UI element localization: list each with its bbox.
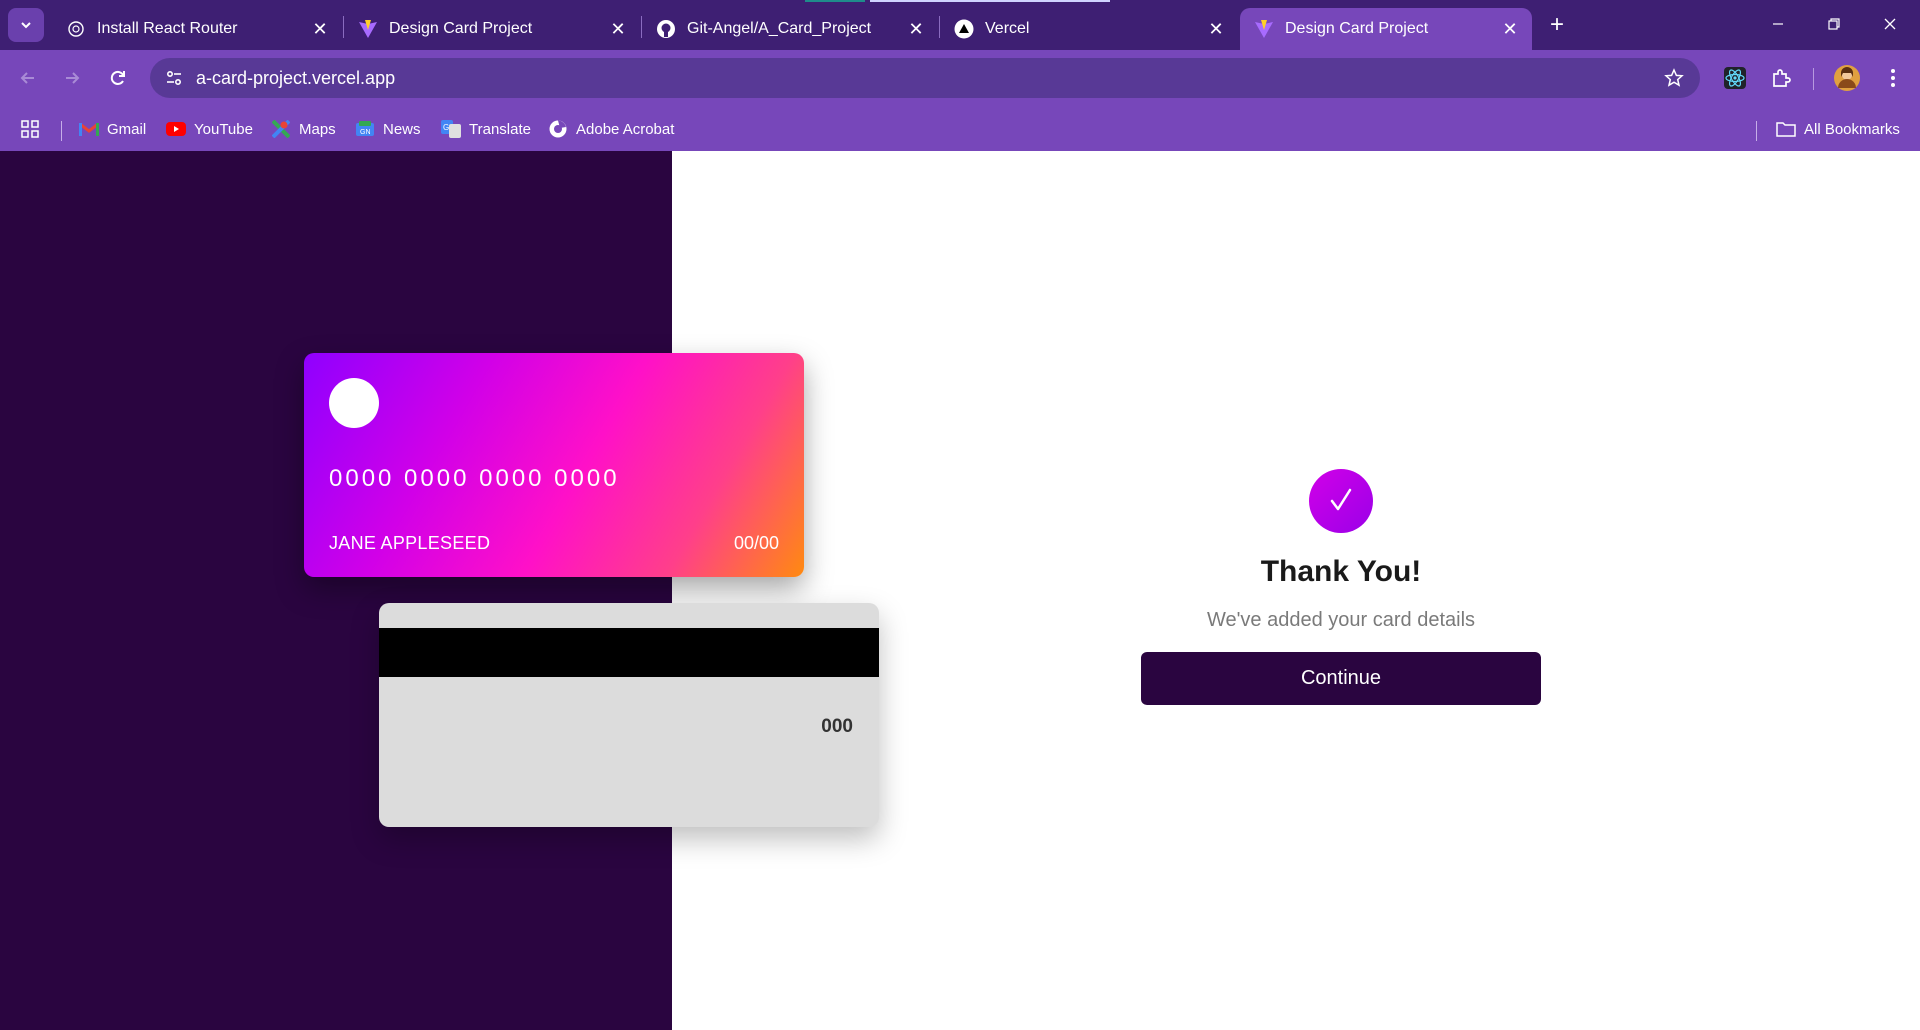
chevron-down-icon — [21, 22, 31, 29]
bookmark-label: Gmail — [107, 120, 147, 138]
tab-design-card-project-active[interactable]: Design Card Project ✕ — [1240, 8, 1532, 50]
close-window-button[interactable] — [1862, 8, 1918, 40]
card-logo — [329, 378, 379, 428]
minimize-button[interactable] — [1750, 8, 1806, 40]
extensions-button[interactable] — [1765, 62, 1797, 94]
success-check-icon — [1309, 469, 1373, 533]
react-router-icon — [66, 19, 86, 39]
close-icon — [1884, 18, 1896, 30]
continue-button[interactable]: Continue — [1141, 652, 1541, 705]
tab-github-repo[interactable]: Git-Angel/A_Card_Project ✕ — [642, 8, 938, 50]
browser-menu-button[interactable] — [1877, 62, 1909, 94]
star-icon — [1664, 68, 1684, 87]
react-icon — [1724, 67, 1746, 89]
puzzle-icon — [1773, 69, 1791, 87]
svg-text:GN: GN — [360, 129, 371, 136]
thank-you-heading: Thank You! — [1260, 555, 1422, 588]
card-front: 0000 0000 0000 0000 JANE APPLESEED 00/00 — [304, 353, 804, 577]
arrow-left-icon — [20, 72, 34, 84]
tab-progress-indicator — [870, 0, 1110, 2]
profile-avatar[interactable] — [1831, 62, 1863, 94]
address-bar[interactable]: a-card-project.vercel.app — [150, 58, 1700, 98]
vite-icon — [358, 19, 378, 39]
close-icon[interactable]: ✕ — [1498, 17, 1522, 41]
more-vertical-icon — [1891, 69, 1895, 87]
tab-label: Git-Angel/A_Card_Project — [687, 20, 872, 37]
tab-label: Design Card Project — [389, 20, 533, 37]
tab-design-card-project[interactable]: Design Card Project ✕ — [344, 8, 640, 50]
bookmark-divider — [61, 121, 62, 141]
magnetic-stripe — [379, 628, 879, 677]
page-viewport: 0000 0000 0000 0000 JANE APPLESEED 00/00… — [0, 151, 1920, 1030]
bookmark-youtube[interactable]: YouTube — [166, 115, 253, 143]
tab-search-button[interactable] — [8, 8, 44, 42]
apps-button[interactable] — [20, 115, 40, 143]
apps-grid-icon — [21, 120, 39, 138]
site-info-button[interactable] — [154, 58, 194, 98]
close-icon[interactable]: ✕ — [308, 17, 332, 41]
react-devtools-extension[interactable] — [1719, 62, 1751, 94]
news-icon: GN — [355, 119, 375, 139]
tab-label: Vercel — [985, 20, 1030, 37]
confirmation-message: We've added your card details — [1206, 609, 1476, 631]
bookmark-divider — [1756, 121, 1757, 141]
arrow-right-icon — [66, 72, 80, 84]
close-icon[interactable]: ✕ — [1204, 17, 1228, 41]
left-panel-background — [0, 151, 672, 1030]
bookmark-label: All Bookmarks — [1804, 120, 1900, 138]
gmail-icon — [79, 119, 99, 139]
all-bookmarks-button[interactable]: All Bookmarks — [1776, 115, 1900, 143]
bookmark-label: News — [383, 120, 421, 138]
vite-icon — [1254, 19, 1274, 39]
bookmark-maps[interactable]: Maps — [271, 115, 336, 143]
card-expiry: 00/00 — [733, 533, 779, 553]
forward-button[interactable] — [54, 60, 90, 96]
tab-progress-indicator — [805, 0, 865, 2]
vercel-icon — [954, 19, 974, 39]
bookmark-star-button[interactable] — [1654, 58, 1694, 98]
translate-icon: G — [441, 119, 461, 139]
maps-icon — [271, 119, 291, 139]
new-tab-button[interactable]: + — [1542, 11, 1572, 38]
card-back: 000 — [379, 603, 879, 827]
avatar-icon — [1834, 65, 1860, 91]
restore-icon — [1828, 18, 1840, 30]
svg-text:G: G — [443, 123, 449, 132]
github-icon — [656, 19, 676, 39]
bookmarks-bar: Gmail YouTube Maps GN News G Translate A… — [0, 107, 1920, 151]
bookmark-gmail[interactable]: Gmail — [79, 115, 146, 143]
bookmark-label: Adobe Acrobat — [576, 120, 675, 138]
bookmark-label: Maps — [299, 120, 336, 138]
card-cvc: 000 — [821, 716, 853, 737]
close-icon[interactable]: ✕ — [606, 17, 630, 41]
toolbar-divider — [1813, 68, 1814, 90]
address-text[interactable]: a-card-project.vercel.app — [196, 68, 1654, 89]
cardholder-name: JANE APPLESEED — [329, 533, 491, 553]
minimize-icon — [1773, 23, 1783, 25]
bookmark-label: Translate — [469, 120, 531, 138]
bookmark-translate[interactable]: G Translate — [441, 115, 531, 143]
back-button[interactable] — [10, 60, 46, 96]
restore-button[interactable] — [1806, 8, 1862, 40]
browser-toolbar: a-card-project.vercel.app — [0, 50, 1920, 107]
tab-strip: Install React Router ✕ Design Card Proje… — [0, 0, 1920, 50]
tab-vercel[interactable]: Vercel ✕ — [940, 8, 1238, 50]
tab-label: Install React Router — [97, 20, 238, 37]
tab-install-react-router[interactable]: Install React Router ✕ — [52, 8, 342, 50]
reload-button[interactable] — [100, 60, 136, 96]
bookmark-label: YouTube — [194, 120, 253, 138]
acrobat-icon — [548, 119, 568, 139]
tune-icon — [166, 70, 182, 86]
reload-icon — [110, 70, 125, 85]
close-icon[interactable]: ✕ — [904, 17, 928, 41]
folder-icon — [1776, 119, 1796, 139]
tab-label: Design Card Project — [1285, 20, 1429, 37]
bookmark-adobe-acrobat[interactable]: Adobe Acrobat — [548, 115, 674, 143]
bookmark-news[interactable]: GN News — [355, 115, 421, 143]
youtube-icon — [166, 119, 186, 139]
card-number: 0000 0000 0000 0000 — [329, 465, 620, 492]
completion-panel: Thank You! We've added your card details… — [1141, 469, 1541, 705]
